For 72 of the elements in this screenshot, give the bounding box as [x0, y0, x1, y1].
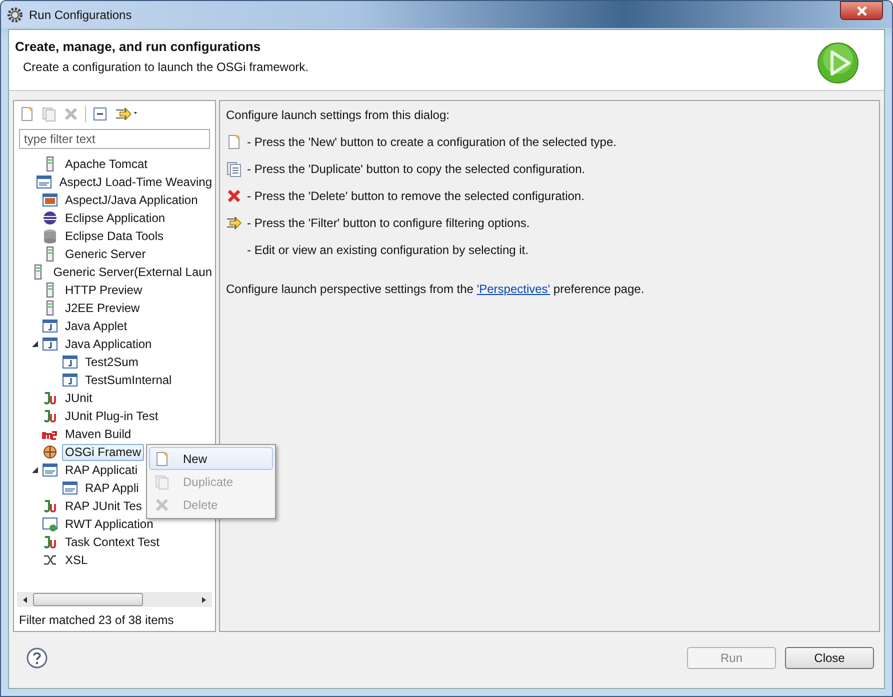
tree-item[interactable]: OSGi Framew [62, 444, 144, 460]
database-icon [42, 228, 58, 244]
close-icon [856, 6, 868, 16]
dialog-button[interactable]: Close [785, 647, 874, 669]
tree-item[interactable]: Eclipse Application [62, 210, 168, 226]
tree-item[interactable]: Test2Sum [82, 354, 142, 370]
help-text: - Press the 'Duplicate' button to copy the selected configuration. [247, 162, 586, 176]
header-title: Create, manage, and run configurations [15, 39, 262, 54]
java-icon [62, 354, 78, 370]
horizontal-scrollbar[interactable] [17, 592, 212, 607]
tree-item[interactable]: RAP Applicati [62, 462, 140, 478]
filter-status: Filter matched 23 of 38 items [18, 612, 175, 629]
help-intro: Configure launch settings from this dialog: [226, 108, 450, 122]
scroll-right-icon[interactable] [200, 596, 208, 604]
collapse-all-icon[interactable] [92, 106, 108, 122]
window-title: Run Configurations [29, 8, 133, 22]
tree-item[interactable]: Eclipse Data Tools [62, 228, 166, 244]
tree-item[interactable]: JUnit Plug-in Test [62, 408, 162, 424]
java-icon [62, 372, 78, 388]
perspectives-link[interactable]: 'Perspectives' [476, 282, 550, 296]
tree-item[interactable]: HTTP Preview [62, 282, 146, 298]
tree-item[interactable]: TestSumInternal [82, 372, 175, 388]
tree-item[interactable]: AspectJ/Java Application [62, 192, 201, 208]
duplicate-icon [226, 160, 242, 176]
filter-icon [226, 214, 242, 230]
tree-item[interactable]: J2EE Preview [62, 300, 143, 316]
help-text: - Edit or view an existing configuration by selecting it. [247, 242, 528, 256]
applet-icon [42, 318, 58, 334]
junit-icon [42, 534, 58, 550]
close-button[interactable] [840, 1, 883, 20]
scroll-left-icon[interactable] [21, 596, 29, 604]
tree-item[interactable]: RAP Appli [82, 480, 142, 496]
tree-item[interactable]: RWT Application [62, 516, 156, 532]
perspective-text: Configure launch perspective settings from the 'Perspectives' preference page. [226, 282, 646, 296]
header-subtitle: Create a configuration to launch the OSGi framework. [22, 60, 308, 74]
new-file-icon [154, 450, 170, 466]
junit-icon [42, 408, 58, 424]
filter-field[interactable]: type filter text [19, 129, 210, 149]
tree-item[interactable]: Java Application [62, 336, 155, 352]
tree-item[interactable]: Apache Tomcat [62, 156, 150, 172]
new-config-icon[interactable] [19, 106, 35, 122]
tree-item[interactable]: XSL [62, 552, 91, 568]
new-file-icon [226, 134, 242, 150]
help-text: - Press the 'New' button to create a configuration of the selected type. [247, 134, 616, 148]
menu-item[interactable]: New [149, 447, 273, 470]
tree-item[interactable]: RAP JUnit Tes [62, 498, 145, 514]
help-text: - Press the 'Delete' button to remove the selected configuration. [247, 188, 584, 202]
duplicate-icon [154, 474, 170, 490]
eclipse-icon [42, 210, 58, 226]
aj-icon [42, 192, 58, 208]
help-icon[interactable] [26, 647, 48, 669]
tree-item[interactable]: Task Context Test [62, 534, 162, 550]
rap-icon [62, 480, 78, 496]
rap-icon [42, 462, 58, 478]
tree-item[interactable]: Maven Build [62, 426, 134, 442]
crosshair-icon [42, 444, 58, 460]
tree-item[interactable]: AspectJ Load-Time Weaving [56, 174, 215, 190]
java-icon [42, 336, 58, 352]
help-text: - Press the 'Filter' button to configure filtering options. [247, 216, 530, 230]
junit-icon [42, 498, 58, 514]
gear-icon [7, 6, 23, 22]
run-icon [816, 41, 860, 85]
junit-icon [42, 390, 58, 406]
delete-icon [154, 496, 170, 512]
tree-item[interactable]: JUnit [62, 390, 96, 406]
tree-item[interactable]: Java Applet [62, 318, 130, 334]
ltw-icon [36, 174, 52, 190]
filter-icon[interactable] [114, 106, 140, 122]
tree-item[interactable]: Generic Server [62, 246, 149, 262]
delete-icon [226, 188, 242, 204]
window-globe-icon [42, 516, 58, 532]
tree-item[interactable]: Generic Server(External Laun [50, 264, 215, 280]
